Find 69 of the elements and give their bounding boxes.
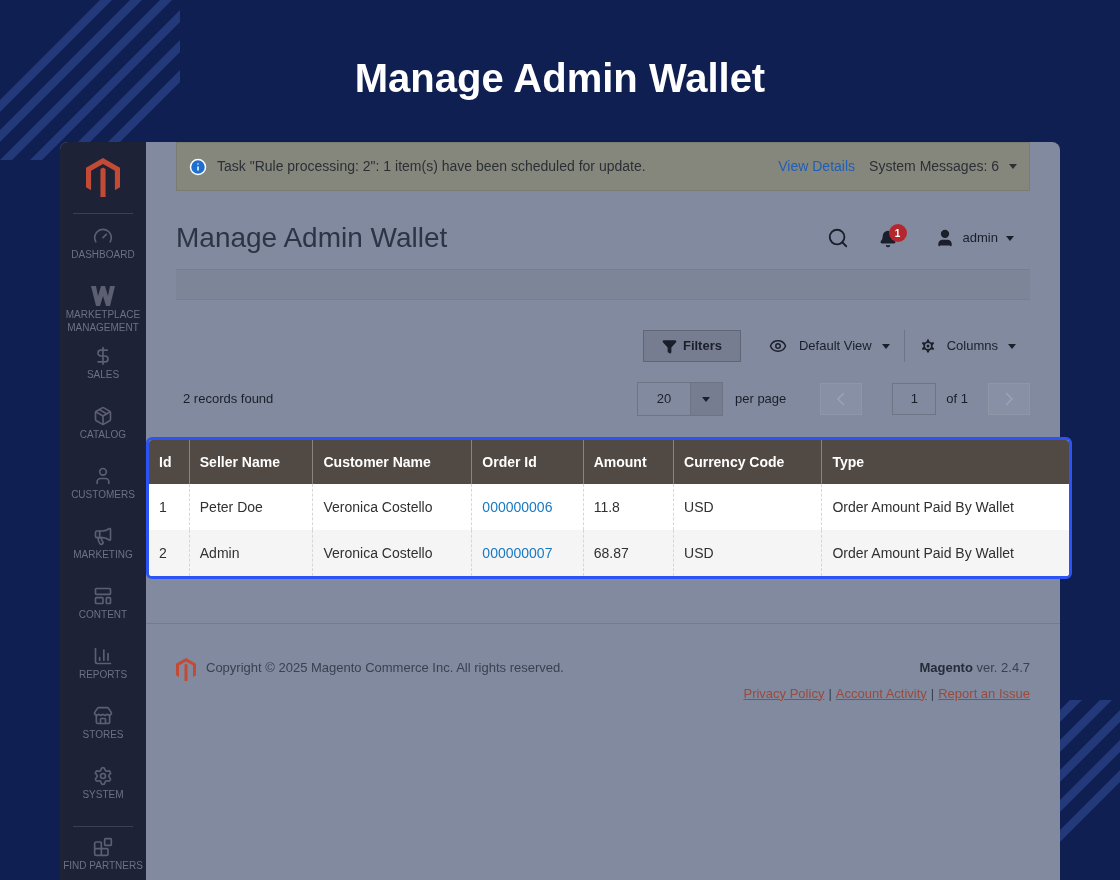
columns-dropdown[interactable]: Columns [918,336,1016,356]
sidebar-item[interactable]: SYSTEM [60,766,146,827]
sidebar-item[interactable]: MARKETPLACE MANAGEMENT [60,286,146,347]
page-title: Manage Admin Wallet [176,221,448,255]
caret-icon [702,396,711,402]
column-header[interactable]: Order Id [471,440,584,484]
view-dropdown[interactable]: Default View [766,336,890,356]
column-header[interactable]: Currency Code [673,440,822,484]
order-link[interactable]: 000000007 [482,544,553,561]
records-count: 2 records found [183,390,274,409]
table-cell: Veronica Costello [312,530,472,576]
page-number-field[interactable]: 1 [892,383,937,415]
column-header[interactable]: Type [821,440,1069,484]
blocks-icon [92,837,114,858]
bar-chart-icon [92,646,114,667]
table-cell: Order Amount Paid By Wallet [821,484,1069,530]
sidebar-item[interactable]: CUSTOMERS [60,466,146,527]
search-icon[interactable] [826,227,849,249]
table-cell: USD [673,484,822,530]
page-heading: Manage Admin Wallet [354,56,766,100]
column-header[interactable]: Seller Name [189,440,313,484]
per-page-select[interactable]: 20 [637,382,723,416]
sidebar-item[interactable]: REPORTS [60,646,146,707]
table-cell: USD [673,530,822,576]
table-cell: 1 [149,484,190,530]
system-messages-button[interactable]: System Messages: 6 [869,156,1017,177]
separator: | [930,684,935,703]
copyright-text: Copyright © 2025 Magento Commerce Inc. All rights reserved. [206,659,564,677]
w-logo-icon [91,286,115,307]
logo-icon [176,658,196,681]
caret-icon [1006,235,1014,241]
user-menu[interactable]: admin [934,228,1014,248]
settings-icon [92,766,114,787]
sidebar-item[interactable]: SALES [60,346,146,407]
megaphone-icon [92,526,114,547]
table-cell: Peter Doe [189,484,313,530]
notification-count: 1 [888,224,907,242]
column-header[interactable]: Customer Name [312,440,472,484]
layout-icon [92,586,114,607]
separator: | [828,684,832,703]
filter-icon [661,338,677,354]
sidebar-item[interactable]: CATALOG [60,406,146,467]
caret-icon [881,343,890,349]
column-header[interactable]: Amount [583,440,674,484]
sidebar-item[interactable]: CONTENT [60,586,146,647]
table-cell: 11.8 [583,484,674,530]
message-text: Task "Rule processing: 2": 1 item(s) have been scheduled for update. [217,157,646,176]
caret-icon [1008,343,1016,349]
version-text: Magento ver. 2.4.7 [919,659,1030,677]
sidebar-item[interactable]: STORES [60,706,146,767]
notifications-button[interactable]: 1 [878,226,905,250]
sidebar-item[interactable]: DASHBOARD [60,226,146,287]
info-icon [189,157,207,176]
table-cell: 2 [149,530,190,576]
logo-icon [86,158,120,198]
table-cell: 68.87 [583,530,674,576]
sidebar-item[interactable]: MARKETING [60,526,146,587]
page-count: of 1 [946,390,968,409]
table-cell: Veronica Costello [312,484,472,530]
sidebar-item[interactable]: FIND PARTNERS [60,837,146,880]
store-icon [92,706,114,727]
caret-icon [1009,164,1017,169]
box-icon [92,406,114,427]
column-header[interactable]: Id [149,440,190,484]
per-page-label: per page [735,390,787,409]
filters-button[interactable]: Filters [642,330,741,362]
order-link[interactable]: 000000006 [482,498,553,515]
table-cell: Admin [189,530,313,576]
table-cell: Order Amount Paid By Wallet [821,530,1069,576]
